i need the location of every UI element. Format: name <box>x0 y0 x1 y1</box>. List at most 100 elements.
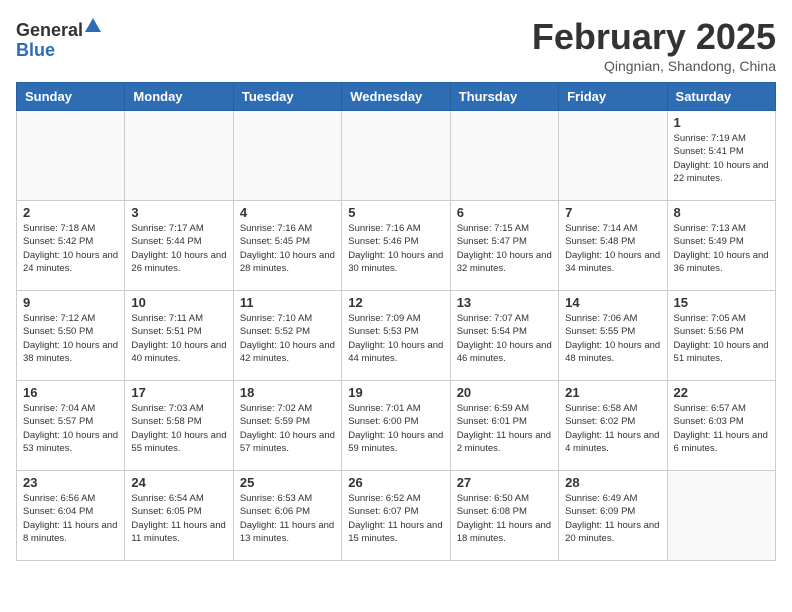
day-cell: 10 Sunrise: 7:11 AM Sunset: 5:51 PM Dayli… <box>125 291 233 381</box>
day-cell: 18 Sunrise: 7:02 AM Sunset: 5:59 PM Dayli… <box>233 381 341 471</box>
day-cell: 12 Sunrise: 7:09 AM Sunset: 5:53 PM Dayli… <box>342 291 450 381</box>
weekday-header-friday: Friday <box>559 83 667 111</box>
day-number: 1 <box>674 115 769 130</box>
day-cell: 9 Sunrise: 7:12 AM Sunset: 5:50 PM Daylig… <box>17 291 125 381</box>
day-info: Sunrise: 7:04 AM Sunset: 5:57 PM Dayligh… <box>23 402 118 455</box>
day-number: 11 <box>240 295 335 310</box>
day-number: 18 <box>240 385 335 400</box>
day-number: 5 <box>348 205 443 220</box>
day-cell: 22 Sunrise: 6:57 AM Sunset: 6:03 PM Dayli… <box>667 381 775 471</box>
day-cell: 16 Sunrise: 7:04 AM Sunset: 5:57 PM Dayli… <box>17 381 125 471</box>
weekday-header-sunday: Sunday <box>17 83 125 111</box>
day-info: Sunrise: 6:52 AM Sunset: 6:07 PM Dayligh… <box>348 492 443 545</box>
day-info: Sunrise: 7:05 AM Sunset: 5:56 PM Dayligh… <box>674 312 769 365</box>
day-info: Sunrise: 7:18 AM Sunset: 5:42 PM Dayligh… <box>23 222 118 275</box>
day-number: 12 <box>348 295 443 310</box>
week-row-3: 9 Sunrise: 7:12 AM Sunset: 5:50 PM Daylig… <box>17 291 776 381</box>
day-info: Sunrise: 6:50 AM Sunset: 6:08 PM Dayligh… <box>457 492 552 545</box>
day-info: Sunrise: 6:58 AM Sunset: 6:02 PM Dayligh… <box>565 402 660 455</box>
day-info: Sunrise: 7:16 AM Sunset: 5:46 PM Dayligh… <box>348 222 443 275</box>
day-number: 10 <box>131 295 226 310</box>
day-info: Sunrise: 7:11 AM Sunset: 5:51 PM Dayligh… <box>131 312 226 365</box>
logo-blue-text: Blue <box>16 40 55 60</box>
day-cell: 28 Sunrise: 6:49 AM Sunset: 6:09 PM Dayli… <box>559 471 667 561</box>
weekday-header-tuesday: Tuesday <box>233 83 341 111</box>
day-cell: 21 Sunrise: 6:58 AM Sunset: 6:02 PM Dayli… <box>559 381 667 471</box>
day-info: Sunrise: 6:49 AM Sunset: 6:09 PM Dayligh… <box>565 492 660 545</box>
day-cell: 17Sunrise: 7:03 AM Sunset: 5:58 PM Dayli… <box>125 381 233 471</box>
day-info: Sunrise: 7:06 AM Sunset: 5:55 PM Dayligh… <box>565 312 660 365</box>
day-cell: 24 Sunrise: 6:54 AM Sunset: 6:05 PM Dayli… <box>125 471 233 561</box>
day-info: Sunrise: 7:12 AM Sunset: 5:50 PM Dayligh… <box>23 312 118 365</box>
day-cell: 13 Sunrise: 7:07 AM Sunset: 5:54 PM Dayli… <box>450 291 558 381</box>
day-cell: 11 Sunrise: 7:10 AM Sunset: 5:52 PM Dayli… <box>233 291 341 381</box>
day-number: 2 <box>23 205 118 220</box>
weekday-header-saturday: Saturday <box>667 83 775 111</box>
day-number: 20 <box>457 385 552 400</box>
week-row-2: 2 Sunrise: 7:18 AM Sunset: 5:42 PM Daylig… <box>17 201 776 291</box>
day-number: 28 <box>565 475 660 490</box>
day-cell: 19Sunrise: 7:01 AM Sunset: 6:00 PM Dayli… <box>342 381 450 471</box>
week-row-5: 23 Sunrise: 6:56 AM Sunset: 6:04 PM Dayli… <box>17 471 776 561</box>
day-cell <box>342 111 450 201</box>
day-number: 26 <box>348 475 443 490</box>
day-info: Sunrise: 7:02 AM Sunset: 5:59 PM Dayligh… <box>240 402 335 455</box>
weekday-header-row: SundayMondayTuesdayWednesdayThursdayFrid… <box>17 83 776 111</box>
day-number: 21 <box>565 385 660 400</box>
day-cell: 23 Sunrise: 6:56 AM Sunset: 6:04 PM Dayli… <box>17 471 125 561</box>
day-cell <box>17 111 125 201</box>
day-info: Sunrise: 7:09 AM Sunset: 5:53 PM Dayligh… <box>348 312 443 365</box>
day-info: Sunrise: 6:54 AM Sunset: 6:05 PM Dayligh… <box>131 492 226 545</box>
day-cell: 8Sunrise: 7:13 AM Sunset: 5:49 PM Daylig… <box>667 201 775 291</box>
day-cell: 1Sunrise: 7:19 AM Sunset: 5:41 PM Daylig… <box>667 111 775 201</box>
day-info: Sunrise: 6:53 AM Sunset: 6:06 PM Dayligh… <box>240 492 335 545</box>
day-number: 7 <box>565 205 660 220</box>
day-number: 3 <box>131 205 226 220</box>
day-number: 8 <box>674 205 769 220</box>
day-info: Sunrise: 7:07 AM Sunset: 5:54 PM Dayligh… <box>457 312 552 365</box>
day-cell: 4 Sunrise: 7:16 AM Sunset: 5:45 PM Daylig… <box>233 201 341 291</box>
day-number: 19 <box>348 385 443 400</box>
day-cell <box>559 111 667 201</box>
calendar-table: SundayMondayTuesdayWednesdayThursdayFrid… <box>16 82 776 561</box>
day-info: Sunrise: 6:57 AM Sunset: 6:03 PM Dayligh… <box>674 402 769 455</box>
day-number: 15 <box>674 295 769 310</box>
day-number: 13 <box>457 295 552 310</box>
day-number: 24 <box>131 475 226 490</box>
weekday-header-thursday: Thursday <box>450 83 558 111</box>
day-number: 9 <box>23 295 118 310</box>
day-number: 22 <box>674 385 769 400</box>
day-info: Sunrise: 6:59 AM Sunset: 6:01 PM Dayligh… <box>457 402 552 455</box>
day-cell: 7 Sunrise: 7:14 AM Sunset: 5:48 PM Daylig… <box>559 201 667 291</box>
day-info: Sunrise: 7:10 AM Sunset: 5:52 PM Dayligh… <box>240 312 335 365</box>
week-row-1: 1Sunrise: 7:19 AM Sunset: 5:41 PM Daylig… <box>17 111 776 201</box>
day-cell <box>667 471 775 561</box>
day-number: 27 <box>457 475 552 490</box>
day-info: Sunrise: 7:16 AM Sunset: 5:45 PM Dayligh… <box>240 222 335 275</box>
day-info: Sunrise: 6:56 AM Sunset: 6:04 PM Dayligh… <box>23 492 118 545</box>
day-cell <box>450 111 558 201</box>
day-cell: 26 Sunrise: 6:52 AM Sunset: 6:07 PM Dayli… <box>342 471 450 561</box>
day-cell <box>233 111 341 201</box>
day-cell: 25Sunrise: 6:53 AM Sunset: 6:06 PM Dayli… <box>233 471 341 561</box>
day-number: 4 <box>240 205 335 220</box>
day-cell: 14 Sunrise: 7:06 AM Sunset: 5:55 PM Dayli… <box>559 291 667 381</box>
day-cell: 5 Sunrise: 7:16 AM Sunset: 5:46 PM Daylig… <box>342 201 450 291</box>
day-number: 6 <box>457 205 552 220</box>
day-cell: 2 Sunrise: 7:18 AM Sunset: 5:42 PM Daylig… <box>17 201 125 291</box>
weekday-header-wednesday: Wednesday <box>342 83 450 111</box>
logo-icon <box>83 16 103 36</box>
day-number: 23 <box>23 475 118 490</box>
logo-general-text: General <box>16 20 83 40</box>
day-info: Sunrise: 7:14 AM Sunset: 5:48 PM Dayligh… <box>565 222 660 275</box>
day-info: Sunrise: 7:03 AM Sunset: 5:58 PM Dayligh… <box>131 402 226 455</box>
title-block: February 2025 Qingnian, Shandong, China <box>532 16 776 74</box>
day-number: 16 <box>23 385 118 400</box>
weekday-header-monday: Monday <box>125 83 233 111</box>
logo: General Blue <box>16 16 103 61</box>
page-header: General Blue February 2025 Qingnian, Sha… <box>16 16 776 74</box>
day-cell: 3Sunrise: 7:17 AM Sunset: 5:44 PM Daylig… <box>125 201 233 291</box>
day-number: 14 <box>565 295 660 310</box>
day-cell: 20 Sunrise: 6:59 AM Sunset: 6:01 PM Dayli… <box>450 381 558 471</box>
day-cell: 6Sunrise: 7:15 AM Sunset: 5:47 PM Daylig… <box>450 201 558 291</box>
